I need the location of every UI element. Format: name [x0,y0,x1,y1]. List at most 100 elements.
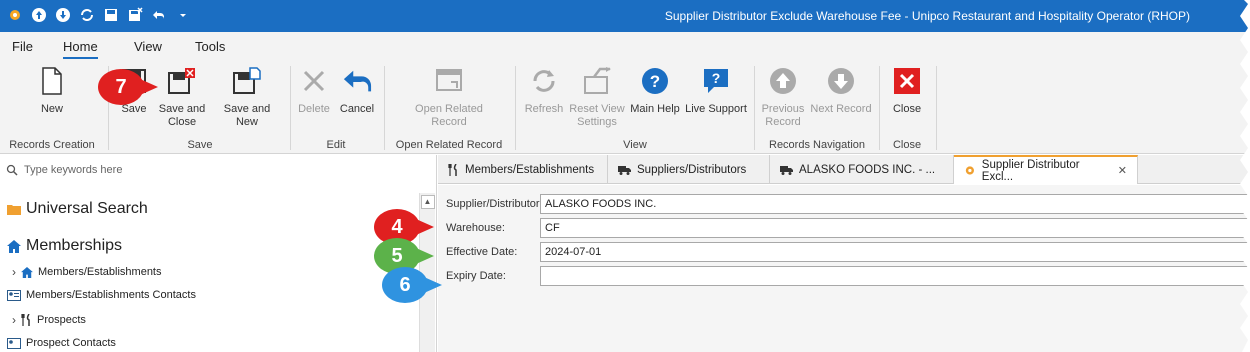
sidebar-item-members-contacts[interactable]: Members/Establishments Contacts [7,289,196,301]
chevron-right-icon[interactable]: › [12,313,16,327]
save-and-new-button[interactable]: Save and New [212,66,282,129]
members-contacts-label: Members/Establishments Contacts [26,289,196,301]
effective-date-field[interactable]: 2024-07-01 [540,242,1250,262]
close-button[interactable]: Close [878,66,936,116]
tab-suppliers-distributors[interactable]: Suppliers/Distributors [608,155,770,184]
upload-icon[interactable] [30,6,48,24]
undo-icon[interactable] [150,6,168,24]
expiry-date-field[interactable] [540,266,1250,286]
sidebar-item-prospects[interactable]: › Prospects [12,313,86,327]
refresh-icon [529,66,559,96]
window-title: Supplier Distributor Exclude Warehouse F… [664,9,1190,23]
chevron-down-icon[interactable] [174,6,192,24]
ribbon-separator [936,66,937,150]
expiry-date-label: Expiry Date: [446,270,506,282]
window-link-icon [434,66,464,96]
reset-view-icon [582,66,612,96]
open-related-label: Open Related Record [415,103,483,128]
app-gear-icon[interactable] [6,6,24,24]
tab-supplier-distributor-exclude[interactable]: Supplier Distributor Excl... ✕ [954,155,1138,184]
effective-date-label: Effective Date: [446,246,518,258]
fork-knife-icon [448,163,457,176]
scroll-up-arrow-icon[interactable]: ▲ [420,195,435,209]
save-and-close-label: Save and Close [158,103,206,128]
callout-7: 7 [98,69,158,105]
tab-alasko-foods[interactable]: ALASKO FOODS INC. - ... [770,155,954,184]
reset-view-settings-button[interactable]: Reset View Settings [566,66,628,129]
quick-access-toolbar [6,6,192,24]
menu-tab-home[interactable]: Home [63,39,98,59]
cancel-button[interactable]: Cancel [328,66,386,116]
previous-record-button[interactable]: Previous Record [754,66,812,129]
group-edit: Edit [326,139,346,151]
memberships-item[interactable]: Memberships [7,237,122,255]
main-help-label: Main Help [630,103,680,115]
save-close-icon [167,66,197,96]
save-new-icon [232,66,262,96]
save-and-close-button[interactable]: Save and Close [152,66,212,129]
menu-tab-tools[interactable]: Tools [195,39,225,54]
undo-arrow-icon [342,66,372,96]
close-tab-icon[interactable]: ✕ [1118,164,1127,177]
truck-icon [780,166,793,175]
cancel-button-label: Cancel [339,103,375,115]
menu-tab-file[interactable]: File [12,39,33,54]
next-record-button[interactable]: Next Record [808,66,874,116]
search-box[interactable]: Type keywords here [6,164,122,176]
tab-label: ALASKO FOODS INC. - ... [799,163,936,176]
next-record-label: Next Record [810,103,872,115]
new-document-icon [37,66,67,96]
universal-search-item[interactable]: Universal Search [7,200,148,218]
close-icon [892,66,922,96]
warehouse-field[interactable]: CF [540,218,1250,238]
delete-button-label: Delete [298,103,330,115]
ribbon-separator [384,66,385,150]
delete-x-icon [299,66,329,96]
main-help-button[interactable]: ? Main Help [626,66,684,116]
warehouse-row: Warehouse: [446,218,548,238]
svg-text:?: ? [712,70,721,86]
chevron-right-icon[interactable]: › [12,265,16,279]
support-chat-icon: ? [701,66,731,96]
prospects-label: Prospects [37,314,86,326]
group-records-navigation: Records Navigation [769,139,865,151]
group-close: Close [892,139,922,151]
folder-icon [7,205,21,215]
reset-view-label: Reset View Settings [569,103,625,128]
refresh-button[interactable]: Refresh [514,66,574,116]
universal-search-label: Universal Search [26,200,148,217]
search-icon [6,164,18,176]
save-button-label: Save [121,103,147,115]
new-button[interactable]: New [22,66,82,116]
torn-edge-decoration [1240,0,1250,352]
supplier-field[interactable]: ALASKO FOODS INC. [540,194,1250,214]
effective-date-row: Effective Date: [446,242,548,262]
download-icon[interactable] [54,6,72,24]
ribbon: New Records Creation Save Save and Close… [0,62,1250,154]
save-icon[interactable] [102,6,120,24]
navigation-panel: Type keywords here Universal Search Memb… [0,155,437,352]
memberships-label: Memberships [26,237,123,254]
sidebar-item-prospect-contacts[interactable]: Prospect Contacts [7,337,116,349]
truck-icon [618,166,631,175]
sidebar-item-members-establishments[interactable]: › Members/Establishments [12,265,162,279]
contact-card-icon [7,289,21,301]
save-close-icon[interactable] [126,6,144,24]
home-icon [21,266,33,278]
group-records-creation: Records Creation [9,139,95,151]
menu-tab-view[interactable]: View [134,39,162,54]
prospect-contacts-label: Prospect Contacts [26,337,116,349]
close-button-label: Close [892,103,922,115]
supplier-row: Supplier/Distributor: [446,194,548,214]
tab-members-establishments[interactable]: Members/Establishments [438,155,608,184]
gear-icon [965,166,974,175]
group-save: Save [187,139,213,151]
record-form: Supplier/Distributor: ALASKO FOODS INC. … [438,185,1250,352]
refresh-label: Refresh [524,103,564,115]
group-open-related: Open Related Record [395,139,503,151]
menu-bar: File Home View Tools [0,32,1250,62]
open-related-record-button[interactable]: Open Related Record [410,66,488,129]
live-support-button[interactable]: ? Live Support [682,66,750,116]
refresh-icon[interactable] [78,6,96,24]
tab-label: Members/Establishments [465,163,595,176]
